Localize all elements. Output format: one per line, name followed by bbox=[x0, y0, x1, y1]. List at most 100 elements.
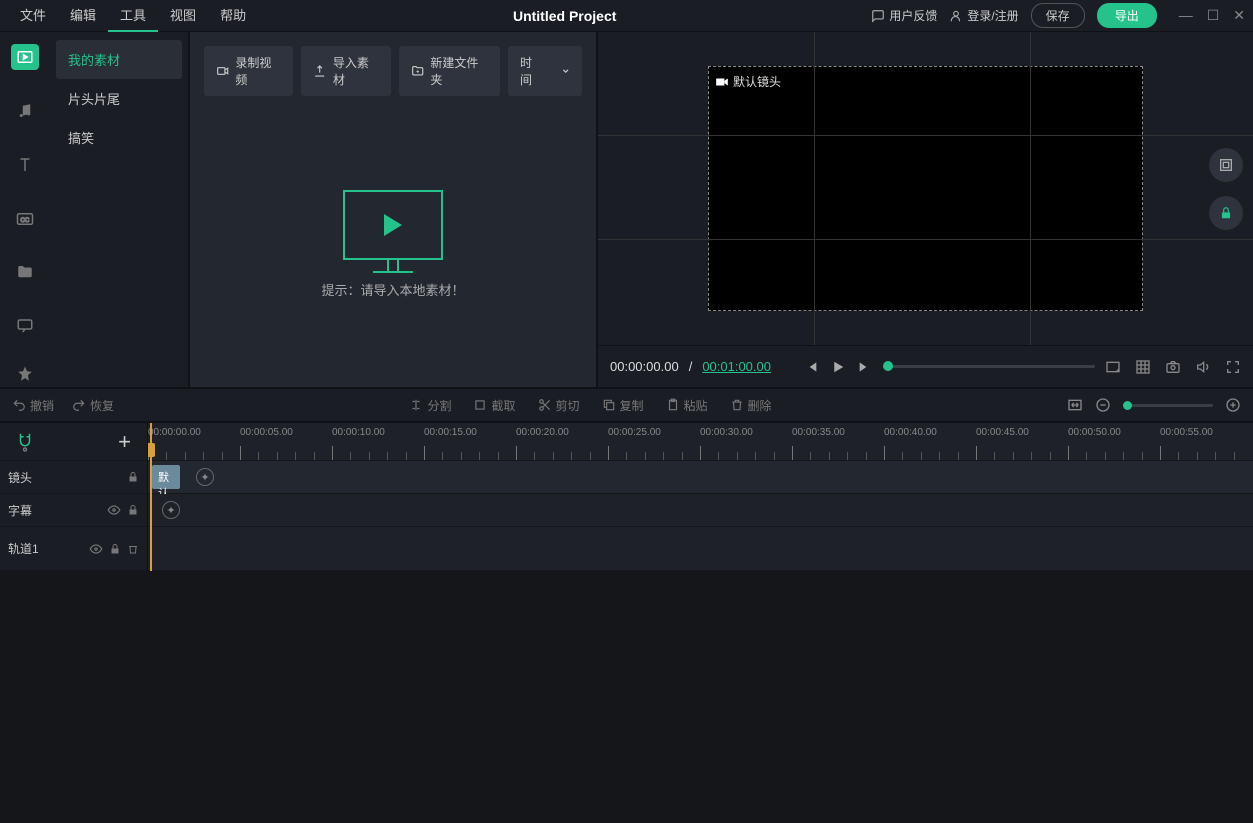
eye-icon[interactable] bbox=[107, 504, 121, 516]
lock-small-icon[interactable] bbox=[127, 504, 139, 516]
track-head-subtitle[interactable]: 字幕 bbox=[0, 494, 147, 527]
ruler-label: 00:00:10.00 bbox=[332, 427, 385, 438]
undo-button[interactable]: 撤销 bbox=[12, 397, 54, 414]
new-folder-button[interactable]: 新建文件夹 bbox=[399, 46, 500, 96]
empty-hint: 提示：请导入本地素材！ bbox=[321, 280, 464, 299]
zoom-slider[interactable] bbox=[1123, 404, 1213, 407]
volume-button[interactable] bbox=[1195, 359, 1211, 375]
lane-shot[interactable]: 默认 ✦ bbox=[148, 461, 1253, 494]
play-button[interactable] bbox=[829, 358, 847, 376]
maximize-button[interactable]: ☐ bbox=[1207, 7, 1220, 24]
delete-button[interactable]: 删除 bbox=[730, 397, 772, 414]
category-intro-outro[interactable]: 片头片尾 bbox=[56, 79, 182, 118]
playback-bar: 00:00:00.00 / 00:01:00.00 bbox=[598, 345, 1253, 387]
save-button[interactable]: 保存 bbox=[1031, 3, 1085, 28]
split-button[interactable]: 分割 bbox=[409, 397, 451, 414]
lock-small-icon[interactable] bbox=[109, 543, 121, 555]
lane-subtitle[interactable]: ✦ bbox=[148, 494, 1253, 527]
svg-text:CC: CC bbox=[21, 218, 30, 224]
main-menu: 文件 编辑 工具 视图 帮助 bbox=[8, 0, 258, 32]
magnet-icon bbox=[16, 431, 34, 453]
ruler-label: 00:00:55.00 bbox=[1160, 427, 1213, 438]
add-keyframe-button[interactable]: ✦ bbox=[162, 501, 180, 519]
ruler-label: 00:00:50.00 bbox=[1068, 427, 1121, 438]
folder-plus-icon bbox=[411, 64, 424, 78]
eye-icon[interactable] bbox=[89, 543, 103, 555]
rail-music-icon[interactable] bbox=[11, 98, 39, 124]
trash-small-icon[interactable] bbox=[127, 543, 139, 555]
timeline-lanes[interactable]: 00:00:00.0000:00:05.0000:00:10.0000:00:1… bbox=[148, 423, 1253, 571]
menu-edit[interactable]: 编辑 bbox=[58, 0, 108, 32]
progress-bar[interactable] bbox=[883, 365, 1095, 368]
left-rail: CC bbox=[0, 32, 50, 387]
import-button[interactable]: 导入素材 bbox=[301, 46, 390, 96]
ruler-label: 00:00:20.00 bbox=[516, 427, 569, 438]
ruler-label: 00:00:25.00 bbox=[608, 427, 661, 438]
paste-button[interactable]: 粘贴 bbox=[666, 397, 708, 414]
preview-canvas[interactable]: 默认镜头 bbox=[708, 66, 1143, 311]
copy-icon bbox=[602, 398, 616, 412]
scissors-icon bbox=[538, 398, 552, 412]
ruler-label: 00:00:00.00 bbox=[148, 427, 201, 438]
rail-text-icon[interactable] bbox=[11, 152, 39, 178]
snapshot-button[interactable] bbox=[1165, 359, 1181, 375]
upload-icon bbox=[313, 64, 326, 78]
time-ruler[interactable]: 00:00:00.0000:00:05.0000:00:10.0000:00:1… bbox=[148, 423, 1253, 461]
redo-button[interactable]: 恢复 bbox=[72, 397, 114, 414]
ruler-label: 00:00:15.00 bbox=[424, 427, 477, 438]
clip-default[interactable]: 默认 bbox=[152, 465, 180, 489]
rail-caption-icon[interactable]: CC bbox=[11, 206, 39, 232]
empty-state: 提示：请导入本地素材！ bbox=[204, 116, 582, 373]
rail-comment-icon[interactable] bbox=[11, 313, 39, 339]
speech-icon bbox=[871, 9, 885, 23]
fullscreen-button[interactable] bbox=[1225, 359, 1241, 375]
category-funny[interactable]: 搞笑 bbox=[56, 118, 182, 157]
record-video-button[interactable]: 录制视频 bbox=[204, 46, 293, 96]
category-my-materials[interactable]: 我的素材 bbox=[56, 40, 182, 79]
split-icon bbox=[409, 398, 423, 412]
feedback-link[interactable]: 用户反馈 bbox=[871, 7, 937, 24]
fit-width-button[interactable] bbox=[1067, 398, 1083, 412]
lock-small-icon[interactable] bbox=[127, 471, 139, 483]
cut-button[interactable]: 剪切 bbox=[538, 397, 580, 414]
add-track-button[interactable]: + bbox=[118, 429, 131, 455]
paste-icon bbox=[666, 398, 680, 412]
preview-fit-button[interactable] bbox=[1209, 148, 1243, 182]
playhead[interactable] bbox=[150, 423, 152, 571]
menu-view[interactable]: 视图 bbox=[158, 0, 208, 32]
login-link[interactable]: 登录/注册 bbox=[949, 7, 1018, 24]
minimize-button[interactable]: — bbox=[1179, 7, 1193, 24]
titlebar: 文件 编辑 工具 视图 帮助 Untitled Project 用户反馈 登录/… bbox=[0, 0, 1253, 32]
lane-track1[interactable] bbox=[148, 527, 1253, 571]
monitor-icon bbox=[343, 190, 443, 260]
time-total[interactable]: 00:01:00.00 bbox=[702, 359, 771, 374]
track-head-track1[interactable]: 轨道1 bbox=[0, 527, 147, 571]
rail-star-icon[interactable] bbox=[11, 361, 39, 387]
user-icon bbox=[949, 9, 963, 23]
preview-shot-label: 默认镜头 bbox=[715, 73, 781, 90]
add-keyframe-button[interactable]: ✦ bbox=[196, 468, 214, 486]
rail-folder-icon[interactable] bbox=[11, 259, 39, 285]
next-frame-button[interactable] bbox=[857, 359, 873, 375]
menu-file[interactable]: 文件 bbox=[8, 0, 58, 32]
zoom-in-button[interactable] bbox=[1225, 397, 1241, 413]
zoom-out-button[interactable] bbox=[1095, 397, 1111, 413]
track-head-shot[interactable]: 镜头 bbox=[0, 461, 147, 494]
menu-tools[interactable]: 工具 bbox=[108, 0, 158, 32]
crop-button[interactable]: 截取 bbox=[473, 397, 515, 414]
grid-button[interactable] bbox=[1135, 359, 1151, 375]
close-button[interactable]: ✕ bbox=[1233, 7, 1245, 24]
edit-toolbar: 撤销 恢复 分割 截取 剪切 复制 粘贴 删除 bbox=[0, 387, 1253, 423]
magnet-tool-button[interactable] bbox=[16, 431, 34, 453]
rail-media-icon[interactable] bbox=[11, 44, 39, 70]
menu-help[interactable]: 帮助 bbox=[208, 0, 258, 32]
copy-button[interactable]: 复制 bbox=[602, 397, 644, 414]
ruler-label: 00:00:35.00 bbox=[792, 427, 845, 438]
sort-select[interactable]: 时间 bbox=[508, 46, 582, 96]
prev-frame-button[interactable] bbox=[803, 359, 819, 375]
export-button[interactable]: 导出 bbox=[1097, 3, 1157, 28]
screenshot-button[interactable] bbox=[1105, 359, 1121, 375]
preview-panel: 默认镜头 00:00:00.00 / bbox=[598, 32, 1253, 387]
preview-lock-button[interactable] bbox=[1209, 196, 1243, 230]
media-panel: 录制视频 导入素材 新建文件夹 时间 bbox=[190, 32, 598, 387]
